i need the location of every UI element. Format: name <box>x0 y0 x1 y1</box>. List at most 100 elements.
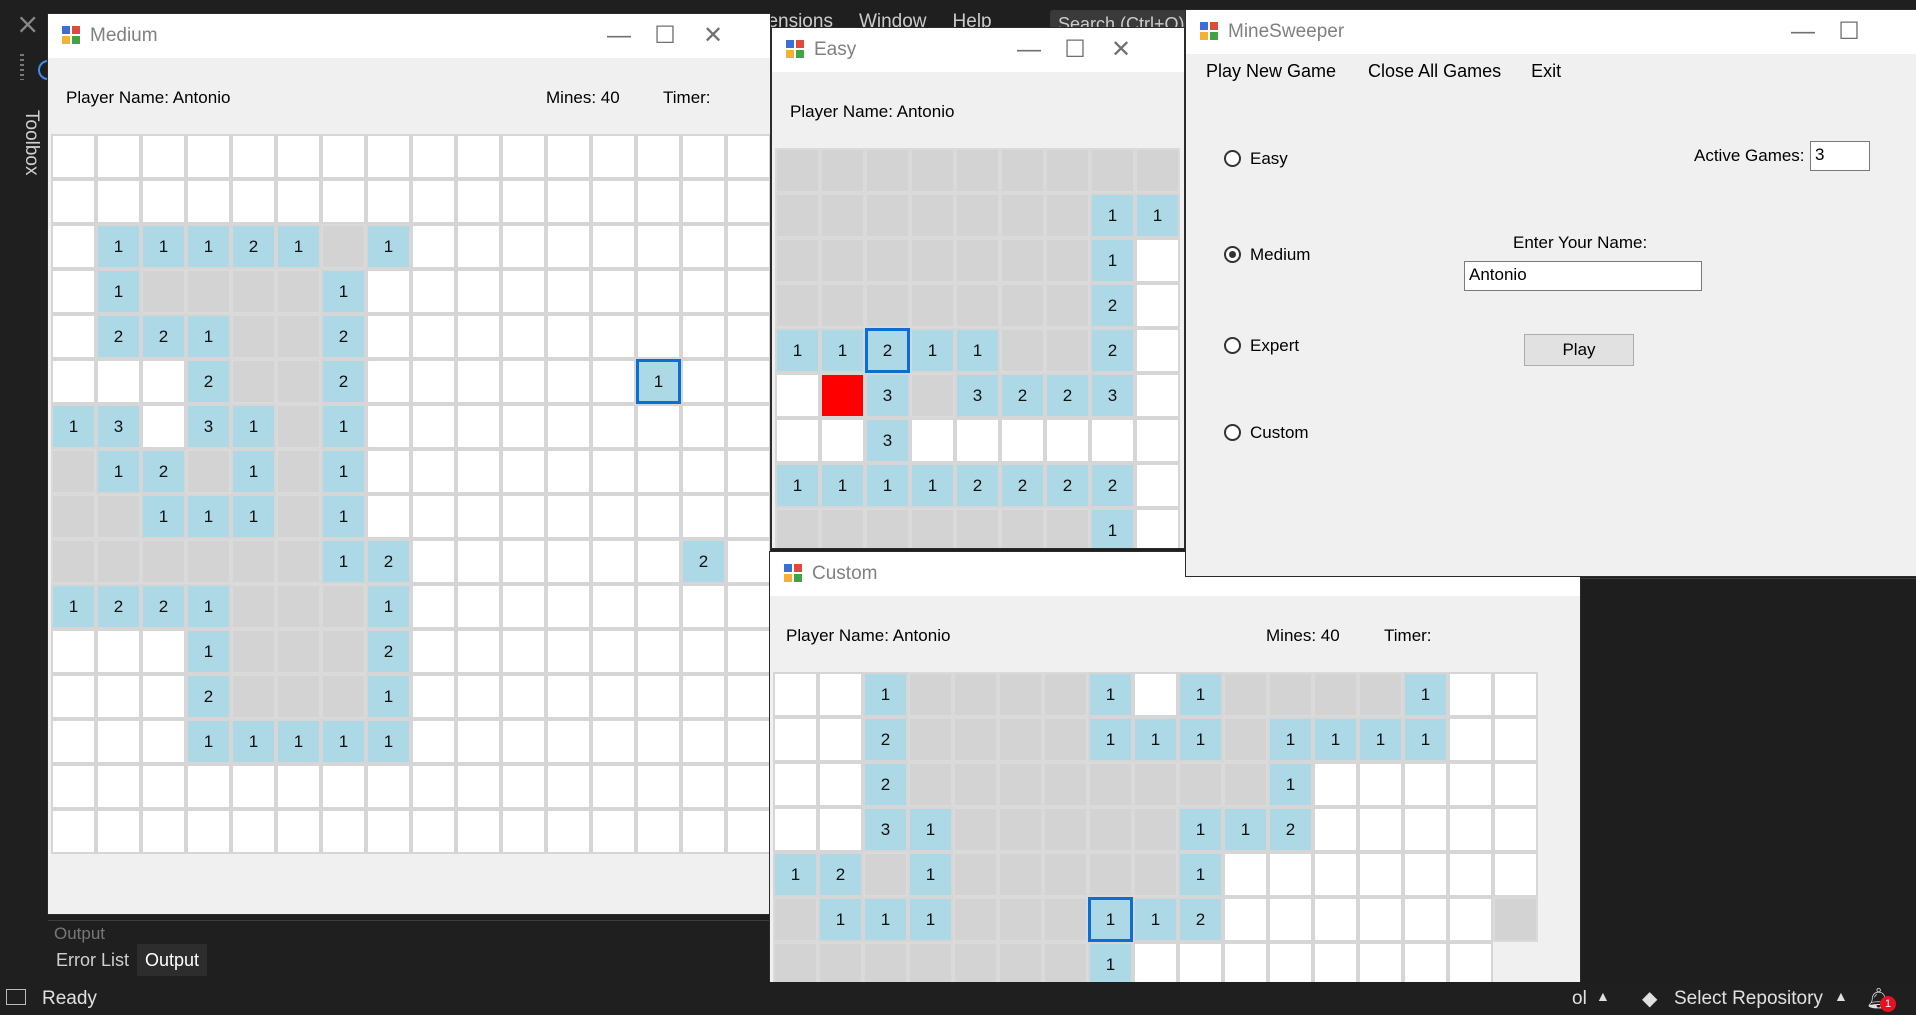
medium-cell[interactable] <box>366 179 411 224</box>
medium-cell[interactable] <box>456 269 501 314</box>
easy-cell[interactable] <box>1045 418 1090 463</box>
medium-cell[interactable] <box>186 539 231 584</box>
medium-cell[interactable] <box>141 539 186 584</box>
custom-cell[interactable] <box>1448 717 1493 762</box>
easy-cell[interactable] <box>1090 148 1135 193</box>
easy-cell[interactable] <box>1135 148 1180 193</box>
medium-cell[interactable] <box>366 494 411 539</box>
easy-cell[interactable] <box>820 373 865 418</box>
medium-cell[interactable] <box>51 764 96 809</box>
custom-cell[interactable] <box>1043 852 1088 897</box>
custom-cell[interactable] <box>773 897 818 942</box>
medium-cell[interactable] <box>546 719 591 764</box>
medium-cell[interactable] <box>51 449 96 494</box>
easy-cell[interactable] <box>820 148 865 193</box>
easy-cell[interactable] <box>1135 328 1180 373</box>
easy-cell[interactable]: 3 <box>865 418 910 463</box>
medium-cell[interactable] <box>501 629 546 674</box>
custom-cell[interactable] <box>1043 942 1088 987</box>
easy-cell[interactable] <box>1045 283 1090 328</box>
custom-cell[interactable] <box>1358 807 1403 852</box>
custom-cell[interactable] <box>998 762 1043 807</box>
custom-cell[interactable]: 1 <box>818 897 863 942</box>
medium-cell[interactable] <box>456 449 501 494</box>
medium-cell[interactable] <box>51 224 96 269</box>
medium-cell[interactable] <box>141 764 186 809</box>
custom-cell[interactable] <box>1313 852 1358 897</box>
menu-exit[interactable]: Exit <box>1531 61 1561 82</box>
easy-cell[interactable] <box>865 508 910 548</box>
medium-cell[interactable] <box>411 359 456 404</box>
medium-cell[interactable] <box>366 809 411 854</box>
medium-cell[interactable]: 1 <box>321 404 366 449</box>
close-icon[interactable]: ✕ <box>690 14 736 58</box>
easy-cell[interactable] <box>1135 283 1180 328</box>
medium-cell[interactable] <box>681 179 726 224</box>
medium-cell[interactable] <box>366 404 411 449</box>
medium-cell[interactable] <box>501 404 546 449</box>
custom-cell[interactable]: 1 <box>1088 942 1133 987</box>
easy-cell[interactable]: 2 <box>1090 463 1135 508</box>
easy-cell[interactable] <box>910 238 955 283</box>
custom-cell[interactable] <box>1223 762 1268 807</box>
medium-cell[interactable]: 1 <box>186 629 231 674</box>
medium-cell[interactable] <box>96 674 141 719</box>
easy-cell[interactable] <box>1000 283 1045 328</box>
medium-cell[interactable]: 2 <box>366 539 411 584</box>
custom-cell[interactable] <box>1493 717 1538 762</box>
radio-expert[interactable] <box>1224 337 1241 354</box>
medium-cell[interactable]: 2 <box>321 314 366 359</box>
custom-cell[interactable] <box>773 717 818 762</box>
custom-cell[interactable] <box>1448 897 1493 942</box>
medium-cell[interactable] <box>366 269 411 314</box>
custom-cell[interactable]: 1 <box>1178 852 1223 897</box>
custom-cell[interactable]: 1 <box>908 852 953 897</box>
medium-cell[interactable] <box>681 359 726 404</box>
medium-cell[interactable] <box>591 404 636 449</box>
medium-cell[interactable] <box>186 269 231 314</box>
medium-cell[interactable]: 1 <box>231 719 276 764</box>
medium-cell[interactable] <box>51 719 96 764</box>
medium-cell[interactable] <box>51 809 96 854</box>
medium-cell[interactable] <box>186 449 231 494</box>
custom-cell[interactable] <box>1403 807 1448 852</box>
radio-medium[interactable] <box>1224 246 1241 263</box>
easy-cell[interactable]: 2 <box>1090 328 1135 373</box>
medium-cell[interactable] <box>591 269 636 314</box>
medium-cell[interactable] <box>681 449 726 494</box>
medium-cell[interactable] <box>231 674 276 719</box>
medium-cell[interactable] <box>231 359 276 404</box>
medium-cell[interactable] <box>591 224 636 269</box>
medium-cell[interactable]: 1 <box>96 269 141 314</box>
custom-cell[interactable] <box>1268 852 1313 897</box>
medium-cell[interactable] <box>591 809 636 854</box>
medium-cell[interactable] <box>501 179 546 224</box>
easy-cell[interactable] <box>1000 328 1045 373</box>
custom-cell[interactable] <box>773 762 818 807</box>
easy-cell[interactable] <box>820 238 865 283</box>
medium-cell[interactable]: 2 <box>681 539 726 584</box>
medium-cell[interactable] <box>51 179 96 224</box>
easy-cell[interactable] <box>865 283 910 328</box>
medium-cell[interactable]: 1 <box>366 719 411 764</box>
custom-cell[interactable] <box>773 672 818 717</box>
easy-cell[interactable] <box>1000 193 1045 238</box>
easy-cell[interactable]: 1 <box>865 463 910 508</box>
medium-cell[interactable] <box>726 539 770 584</box>
medium-cell[interactable] <box>141 269 186 314</box>
easy-cell[interactable] <box>910 418 955 463</box>
minimize-icon[interactable]: — <box>596 14 642 58</box>
custom-cell[interactable] <box>1493 762 1538 807</box>
custom-cell[interactable] <box>818 672 863 717</box>
medium-cell[interactable] <box>546 584 591 629</box>
easy-cell[interactable]: 2 <box>1000 373 1045 418</box>
easy-cell[interactable] <box>1090 418 1135 463</box>
medium-cell[interactable]: 1 <box>321 719 366 764</box>
easy-cell[interactable] <box>1135 373 1180 418</box>
custom-cell[interactable] <box>1358 897 1403 942</box>
easy-cell[interactable] <box>820 508 865 548</box>
easy-cell[interactable] <box>1135 463 1180 508</box>
active-games-field[interactable]: 3 <box>1810 141 1870 171</box>
medium-cell[interactable] <box>591 314 636 359</box>
custom-cell[interactable] <box>1223 672 1268 717</box>
